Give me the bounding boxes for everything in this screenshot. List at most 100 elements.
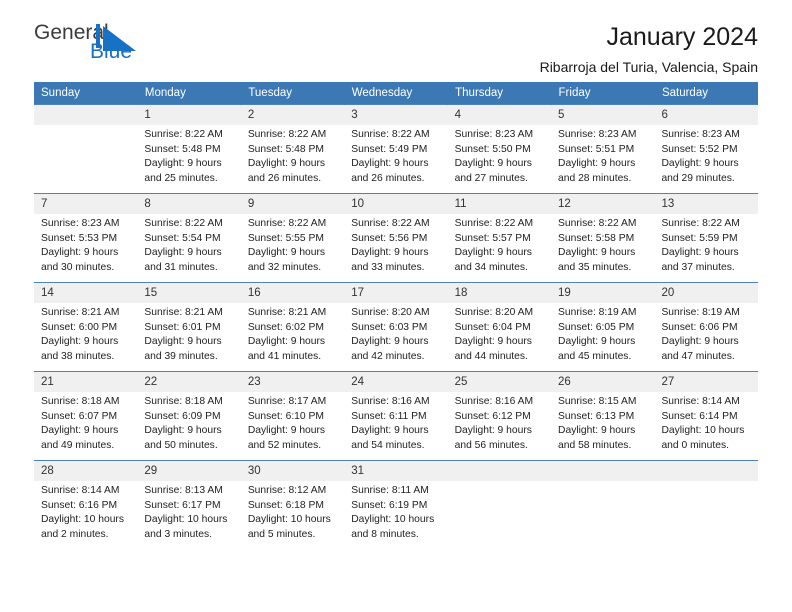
day-details: Sunrise: 8:18 AM Sunset: 6:07 PM Dayligh… xyxy=(34,392,137,453)
calendar-day-cell[interactable]: 2 Sunrise: 8:22 AM Sunset: 5:48 PM Dayli… xyxy=(240,104,345,194)
calendar-day-cell[interactable]: 13 Sunrise: 8:22 AM Sunset: 5:59 PM Dayl… xyxy=(654,193,758,283)
calendar-day-cell[interactable]: 30 Sunrise: 8:12 AM Sunset: 6:18 PM Dayl… xyxy=(240,460,345,550)
calendar-week-row: 28 Sunrise: 8:14 AM Sunset: 6:16 PM Dayl… xyxy=(34,460,758,550)
calendar-day-cell[interactable]: 25 Sunrise: 8:16 AM Sunset: 6:12 PM Dayl… xyxy=(447,371,552,461)
sunrise-text: Sunrise: 8:12 AM xyxy=(247,485,327,496)
calendar-day-cell[interactable] xyxy=(654,460,758,550)
day-details: Sunrise: 8:15 AM Sunset: 6:13 PM Dayligh… xyxy=(551,392,654,453)
day-details: Sunrise: 8:22 AM Sunset: 5:55 PM Dayligh… xyxy=(241,214,344,275)
day-number xyxy=(447,461,552,481)
daylight-text: Daylight: 9 hours and 38 minutes. xyxy=(41,336,119,362)
calendar-day-cell[interactable]: 4 Sunrise: 8:23 AM Sunset: 5:50 PM Dayli… xyxy=(447,104,552,194)
calendar-day-cell[interactable] xyxy=(551,460,655,550)
day-details: Sunrise: 8:23 AM Sunset: 5:52 PM Dayligh… xyxy=(654,125,757,186)
day-number: 25 xyxy=(447,372,552,392)
daylight-text: Daylight: 9 hours and 26 minutes. xyxy=(351,158,429,184)
sunrise-text: Sunrise: 8:21 AM xyxy=(41,307,120,318)
general-blue-logo[interactable]: General Blue xyxy=(34,22,164,72)
sunrise-text: Sunrise: 8:22 AM xyxy=(247,218,327,229)
calendar-day-cell[interactable]: 10 Sunrise: 8:22 AM Sunset: 5:56 PM Dayl… xyxy=(344,193,448,283)
weekday-header-sunday: Sunday xyxy=(34,82,138,105)
day-number: 26 xyxy=(551,372,655,392)
calendar-day-cell[interactable]: 11 Sunrise: 8:22 AM Sunset: 5:57 PM Dayl… xyxy=(447,193,552,283)
sunrise-text: Sunrise: 8:22 AM xyxy=(144,218,223,229)
calendar-day-cell[interactable]: 7 Sunrise: 8:23 AM Sunset: 5:53 PM Dayli… xyxy=(34,193,138,283)
day-details: Sunrise: 8:11 AM Sunset: 6:19 PM Dayligh… xyxy=(344,481,447,542)
daylight-text: Daylight: 9 hours and 52 minutes. xyxy=(247,425,326,451)
calendar-day-cell[interactable]: 12 Sunrise: 8:22 AM Sunset: 5:58 PM Dayl… xyxy=(551,193,655,283)
day-details: Sunrise: 8:21 AM Sunset: 6:02 PM Dayligh… xyxy=(241,303,344,364)
calendar-day-cell[interactable]: 6 Sunrise: 8:23 AM Sunset: 5:52 PM Dayli… xyxy=(654,104,758,194)
calendar-day-cell[interactable]: 20 Sunrise: 8:19 AM Sunset: 6:06 PM Dayl… xyxy=(654,282,758,372)
sunrise-text: Sunrise: 8:21 AM xyxy=(144,307,223,318)
day-details: Sunrise: 8:23 AM Sunset: 5:51 PM Dayligh… xyxy=(551,125,654,186)
sunrise-text: Sunrise: 8:23 AM xyxy=(454,129,534,140)
day-number: 27 xyxy=(654,372,758,392)
calendar-day-cell[interactable]: 17 Sunrise: 8:20 AM Sunset: 6:03 PM Dayl… xyxy=(344,282,448,372)
sunset-text: Sunset: 5:54 PM xyxy=(144,232,221,244)
calendar-day-cell[interactable] xyxy=(34,104,138,194)
calendar-day-cell[interactable]: 1 Sunrise: 8:22 AM Sunset: 5:48 PM Dayli… xyxy=(137,104,241,194)
day-number: 23 xyxy=(240,372,345,392)
day-number: 11 xyxy=(447,194,552,214)
sunset-text: Sunset: 5:55 PM xyxy=(247,232,324,244)
sunset-text: Sunset: 5:58 PM xyxy=(558,232,635,244)
calendar-day-cell[interactable]: 29 Sunrise: 8:13 AM Sunset: 6:17 PM Dayl… xyxy=(137,460,241,550)
calendar-day-cell[interactable]: 21 Sunrise: 8:18 AM Sunset: 6:07 PM Dayl… xyxy=(34,371,138,461)
page-title: January 2024 xyxy=(606,23,758,51)
sunset-text: Sunset: 6:12 PM xyxy=(454,410,531,422)
day-number xyxy=(34,105,138,125)
calendar-day-cell[interactable]: 15 Sunrise: 8:21 AM Sunset: 6:01 PM Dayl… xyxy=(137,282,241,372)
calendar-day-cell[interactable]: 9 Sunrise: 8:22 AM Sunset: 5:55 PM Dayli… xyxy=(240,193,345,283)
day-number: 12 xyxy=(551,194,655,214)
day-number: 10 xyxy=(344,194,448,214)
calendar-day-cell[interactable]: 22 Sunrise: 8:18 AM Sunset: 6:09 PM Dayl… xyxy=(137,371,241,461)
day-number: 28 xyxy=(34,461,138,481)
sunset-text: Sunset: 5:52 PM xyxy=(661,143,738,155)
day-number xyxy=(551,461,655,481)
calendar-day-cell[interactable]: 18 Sunrise: 8:20 AM Sunset: 6:04 PM Dayl… xyxy=(447,282,552,372)
calendar-day-cell[interactable]: 8 Sunrise: 8:22 AM Sunset: 5:54 PM Dayli… xyxy=(137,193,241,283)
sunset-text: Sunset: 6:00 PM xyxy=(41,321,118,333)
daylight-text: Daylight: 10 hours and 8 minutes. xyxy=(351,514,435,540)
calendar-table: Sunday Monday Tuesday Wednesday Thursday… xyxy=(34,82,759,550)
day-number: 17 xyxy=(344,283,448,303)
sunset-text: Sunset: 5:48 PM xyxy=(144,143,221,155)
day-details: Sunrise: 8:22 AM Sunset: 5:49 PM Dayligh… xyxy=(344,125,447,186)
calendar-day-cell[interactable]: 3 Sunrise: 8:22 AM Sunset: 5:49 PM Dayli… xyxy=(344,104,448,194)
daylight-text: Daylight: 9 hours and 50 minutes. xyxy=(144,425,222,451)
calendar-week-row: 14 Sunrise: 8:21 AM Sunset: 6:00 PM Dayl… xyxy=(34,282,758,372)
calendar-day-cell[interactable]: 27 Sunrise: 8:14 AM Sunset: 6:14 PM Dayl… xyxy=(654,371,758,461)
day-details: Sunrise: 8:16 AM Sunset: 6:11 PM Dayligh… xyxy=(344,392,447,453)
day-details: Sunrise: 8:19 AM Sunset: 6:05 PM Dayligh… xyxy=(551,303,654,364)
sunset-text: Sunset: 5:48 PM xyxy=(247,143,324,155)
title-block: January 2024 Ribarroja del Turia, Valenc… xyxy=(164,22,758,77)
sunrise-text: Sunrise: 8:23 AM xyxy=(661,129,740,140)
calendar-day-cell[interactable]: 24 Sunrise: 8:16 AM Sunset: 6:11 PM Dayl… xyxy=(344,371,448,461)
day-details: Sunrise: 8:23 AM Sunset: 5:50 PM Dayligh… xyxy=(448,125,551,186)
logo-text-blue: Blue xyxy=(90,40,133,63)
sunrise-text: Sunrise: 8:15 AM xyxy=(558,396,637,407)
day-details xyxy=(654,481,757,484)
calendar-day-cell[interactable]: 19 Sunrise: 8:19 AM Sunset: 6:05 PM Dayl… xyxy=(551,282,655,372)
calendar-day-cell[interactable]: 16 Sunrise: 8:21 AM Sunset: 6:02 PM Dayl… xyxy=(240,282,345,372)
calendar-day-cell[interactable]: 31 Sunrise: 8:11 AM Sunset: 6:19 PM Dayl… xyxy=(344,460,448,550)
calendar-day-cell[interactable] xyxy=(447,460,552,550)
weekday-header-tuesday: Tuesday xyxy=(240,82,345,105)
sunrise-text: Sunrise: 8:22 AM xyxy=(454,218,534,229)
calendar-day-cell[interactable]: 28 Sunrise: 8:14 AM Sunset: 6:16 PM Dayl… xyxy=(34,460,138,550)
day-details: Sunrise: 8:17 AM Sunset: 6:10 PM Dayligh… xyxy=(241,392,344,453)
calendar-day-cell[interactable]: 14 Sunrise: 8:21 AM Sunset: 6:00 PM Dayl… xyxy=(34,282,138,372)
daylight-text: Daylight: 9 hours and 37 minutes. xyxy=(661,247,739,273)
day-details: Sunrise: 8:21 AM Sunset: 6:01 PM Dayligh… xyxy=(137,303,240,364)
day-details xyxy=(551,481,654,484)
weekday-header-friday: Friday xyxy=(551,82,655,105)
day-number: 24 xyxy=(344,372,448,392)
calendar-day-cell[interactable]: 23 Sunrise: 8:17 AM Sunset: 6:10 PM Dayl… xyxy=(240,371,345,461)
daylight-text: Daylight: 9 hours and 34 minutes. xyxy=(454,247,532,273)
calendar-week-row: 1 Sunrise: 8:22 AM Sunset: 5:48 PM Dayli… xyxy=(34,104,758,194)
day-number: 22 xyxy=(137,372,241,392)
calendar-day-cell[interactable]: 5 Sunrise: 8:23 AM Sunset: 5:51 PM Dayli… xyxy=(551,104,655,194)
calendar-day-cell[interactable]: 26 Sunrise: 8:15 AM Sunset: 6:13 PM Dayl… xyxy=(551,371,655,461)
sunrise-text: Sunrise: 8:11 AM xyxy=(351,485,429,496)
